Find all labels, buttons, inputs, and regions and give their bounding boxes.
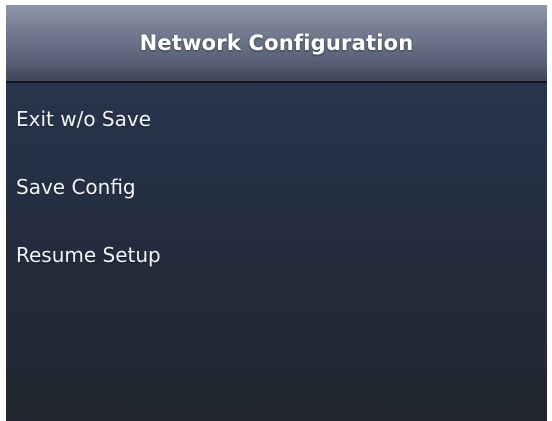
menu-list: Exit w/o Save Save Config Resume Setup [6,85,547,289]
menu-item-label: Exit w/o Save [16,107,152,131]
title-bar: Network Configuration [6,5,547,83]
menu-item-resume-setup[interactable]: Resume Setup [6,221,547,289]
device-screen: Network Configuration Exit w/o Save Save… [6,5,547,421]
menu-item-save-config[interactable]: Save Config [6,153,547,221]
menu-item-label: Save Config [16,175,136,199]
menu-item-label: Resume Setup [16,243,161,267]
menu-item-exit-without-save[interactable]: Exit w/o Save [6,85,547,153]
page-title: Network Configuration [139,31,414,55]
